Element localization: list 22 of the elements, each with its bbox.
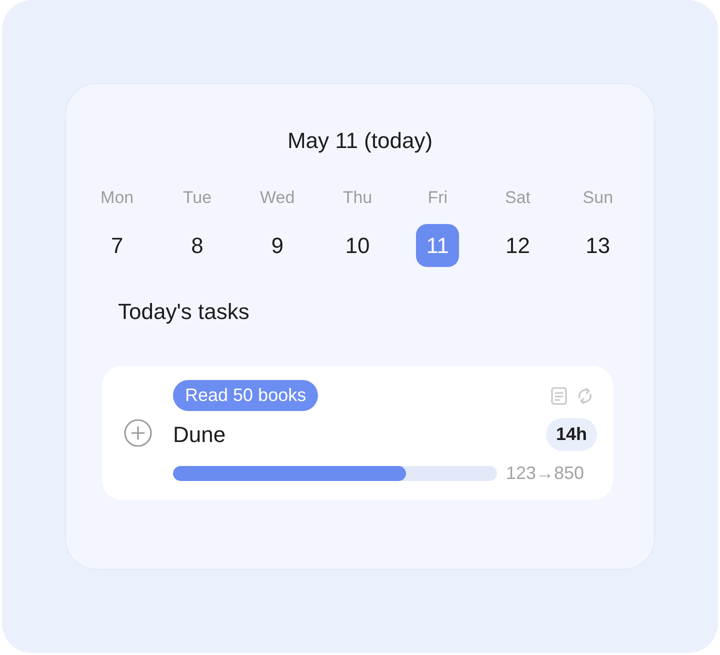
weekday-label: Sun — [582, 187, 614, 209]
weekday-label: Wed — [260, 187, 295, 209]
weekday-label: Thu — [342, 187, 372, 209]
goal-tag: Read 50 books — [173, 380, 318, 411]
date-button[interactable]: 9 — [256, 224, 299, 267]
date-button[interactable]: 7 — [96, 224, 139, 267]
weekday-label: Tue — [182, 187, 212, 209]
duration-badge: 14h — [546, 418, 597, 451]
task-name: Dune — [173, 420, 226, 448]
progress-label: 123→850 — [506, 462, 584, 484]
note-icon[interactable] — [551, 386, 567, 404]
date-button[interactable]: 10 — [336, 224, 379, 267]
repeat-icon[interactable] — [576, 386, 594, 404]
date-title: May 11 (today) — [287, 127, 433, 155]
section-title: Today's tasks — [118, 298, 250, 326]
weekday-label: Fri — [428, 187, 448, 209]
date-button[interactable]: 13 — [576, 224, 620, 267]
date-button[interactable]: 8 — [176, 224, 219, 267]
weekday-label: Sat — [505, 187, 531, 209]
plus-circle-icon[interactable] — [124, 419, 152, 447]
weekday-label: Mon — [100, 187, 134, 209]
date-button[interactable]: 12 — [496, 224, 540, 267]
